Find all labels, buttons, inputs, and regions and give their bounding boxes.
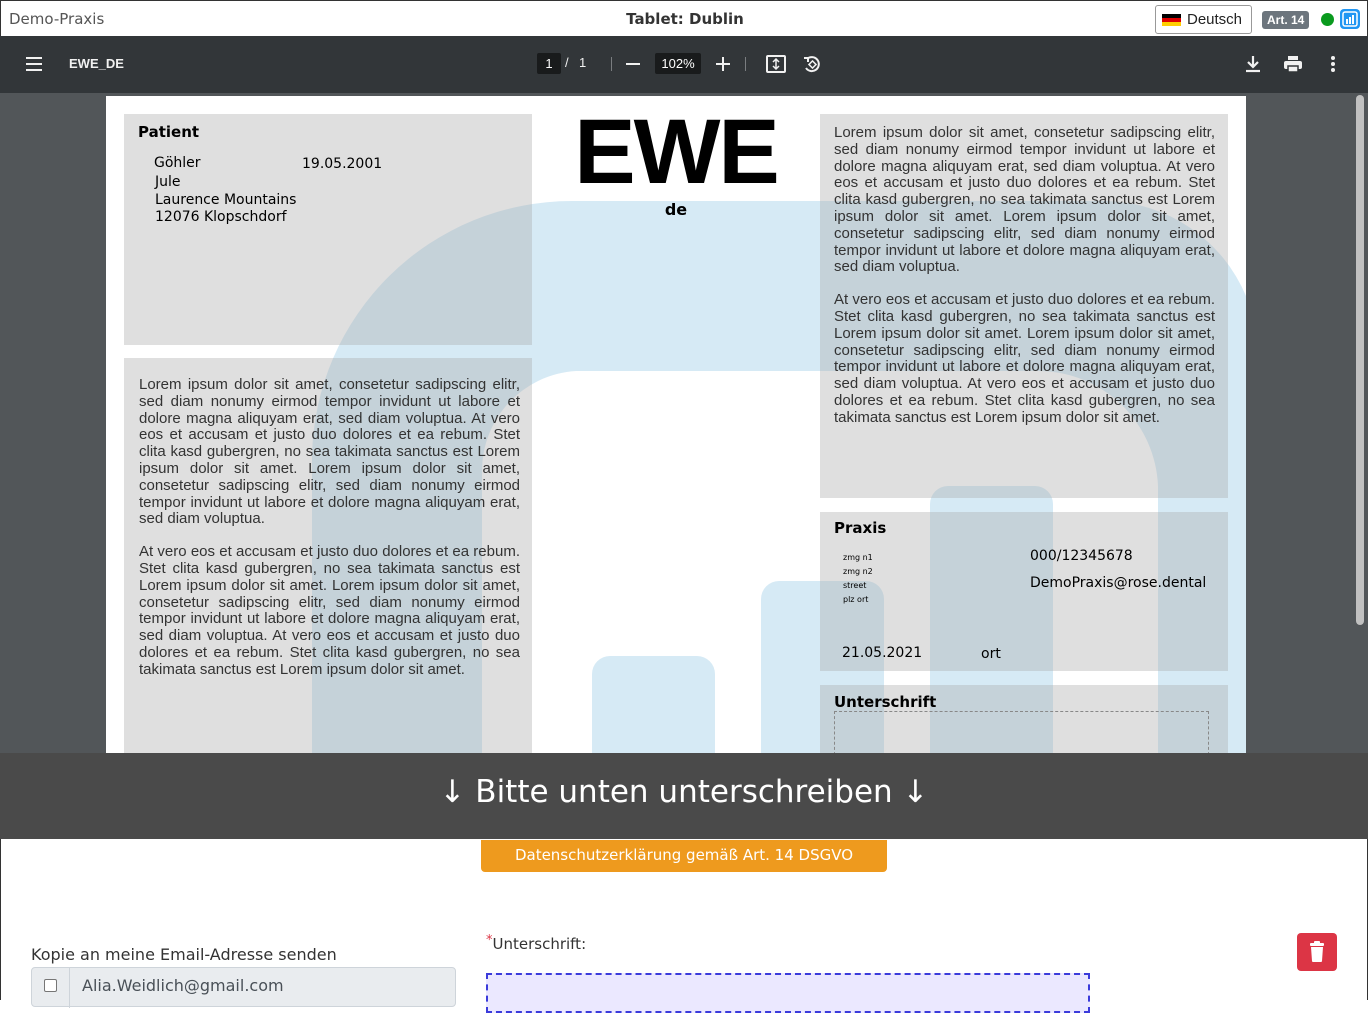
clear-signature-button[interactable] bbox=[1297, 933, 1337, 971]
app-header: Demo-Praxis Tablet: Dublin Deutsch Art. … bbox=[0, 0, 1368, 36]
praxis-line-1: zmg n1 bbox=[843, 553, 873, 562]
right-paragraph: At vero eos et accusam et justo duo dolo… bbox=[834, 291, 1215, 426]
toolbar-divider bbox=[611, 57, 612, 71]
patient-first-name: Jule bbox=[155, 174, 181, 190]
zoom-out-icon[interactable] bbox=[626, 63, 640, 65]
copy-email-label: Kopie an meine Email-Adresse senden bbox=[31, 945, 337, 964]
copy-email-checkbox[interactable] bbox=[44, 979, 57, 992]
scrollbar-thumb[interactable] bbox=[1356, 95, 1364, 625]
left-lorem-text: Lorem ipsum dolor sit amet, consetetur s… bbox=[139, 376, 520, 679]
patient-box bbox=[124, 114, 532, 345]
privacy-policy-button[interactable]: Datenschutzerklärung gemäß Art. 14 DSGVO… bbox=[481, 840, 887, 895]
praxis-email: DemoPraxis@rose.dental bbox=[1030, 575, 1207, 591]
german-flag-icon bbox=[1162, 13, 1181, 26]
download-icon[interactable] bbox=[1241, 52, 1265, 76]
required-mark: * bbox=[486, 933, 493, 948]
signature-label: *Unterschrift: bbox=[486, 933, 587, 953]
email-field[interactable]: Alia.Weidlich@gmail.com bbox=[82, 976, 284, 995]
signature-placeholder bbox=[834, 711, 1209, 753]
language-label: Deutsch bbox=[1187, 11, 1243, 28]
more-options-icon[interactable] bbox=[1321, 52, 1345, 76]
left-paragraph: At vero eos et accusam et justo duo dolo… bbox=[139, 543, 520, 678]
patient-last-name: Göhler bbox=[154, 155, 201, 171]
pdf-viewer[interactable]: Patient Göhler 19.05.2001 Jule Laurence … bbox=[0, 93, 1368, 753]
rotate-icon[interactable] bbox=[800, 52, 824, 76]
praxis-address: zmg n1 zmg n2 street plz ort bbox=[843, 551, 873, 607]
trash-icon bbox=[1310, 941, 1324, 962]
page-separator: / bbox=[565, 55, 569, 70]
right-lorem-text: Lorem ipsum dolor sit amet, consetetur s… bbox=[834, 124, 1215, 427]
zoom-in-icon[interactable] bbox=[711, 52, 735, 76]
zoom-level-input[interactable]: 102% bbox=[655, 53, 701, 74]
pdf-toolbar: EWE_DE 1 / 1 102% bbox=[0, 36, 1368, 93]
praxis-title: Praxis bbox=[834, 519, 887, 537]
left-paragraph: Lorem ipsum dolor sit amet, consetetur s… bbox=[139, 376, 520, 528]
document-name: EWE_DE bbox=[69, 56, 124, 71]
signature-title: Unterschrift bbox=[834, 693, 937, 711]
pdf-page: Patient Göhler 19.05.2001 Jule Laurence … bbox=[106, 96, 1246, 753]
page-count: 1 bbox=[579, 55, 587, 70]
art-14-badge[interactable]: Art. 14 bbox=[1262, 11, 1310, 29]
email-input-group: Alia.Weidlich@gmail.com bbox=[31, 967, 456, 1008]
signature-date: 21.05.2021 bbox=[842, 645, 923, 661]
patient-title: Patient bbox=[138, 123, 200, 141]
praxis-line-2: zmg n2 bbox=[843, 567, 873, 576]
document-language: de bbox=[664, 200, 688, 219]
praxis-phone: 000/12345678 bbox=[1030, 548, 1133, 564]
document-heading: EWE bbox=[574, 101, 780, 203]
practice-name: Demo-Praxis bbox=[9, 10, 105, 28]
signature-pad[interactable] bbox=[486, 973, 1090, 1013]
sign-below-banner: ↓ Bitte unten unterschreiben ↓ bbox=[0, 753, 1368, 839]
toolbar-divider bbox=[745, 57, 746, 71]
language-button[interactable]: Deutsch bbox=[1155, 5, 1252, 34]
menu-icon[interactable] bbox=[24, 55, 44, 73]
signature-place: ort bbox=[981, 646, 1001, 662]
signature-label-text: Unterschrift: bbox=[492, 935, 587, 953]
praxis-line-3: street bbox=[843, 581, 867, 590]
patient-city: 12076 Klopschdorf bbox=[155, 209, 287, 225]
page-number-input[interactable]: 1 bbox=[537, 53, 561, 74]
email-checkbox-wrapper bbox=[32, 968, 70, 1008]
print-icon[interactable] bbox=[1281, 52, 1305, 76]
right-paragraph: Lorem ipsum dolor sit amet, consetetur s… bbox=[834, 124, 1215, 276]
praxis-line-4: plz ort bbox=[843, 595, 869, 604]
patient-street: Laurence Mountains bbox=[155, 192, 297, 208]
fit-page-icon[interactable] bbox=[764, 52, 788, 76]
connection-status-dot bbox=[1321, 13, 1334, 26]
chart-logo-icon bbox=[1340, 9, 1360, 29]
patient-birth-date: 19.05.2001 bbox=[302, 156, 383, 172]
